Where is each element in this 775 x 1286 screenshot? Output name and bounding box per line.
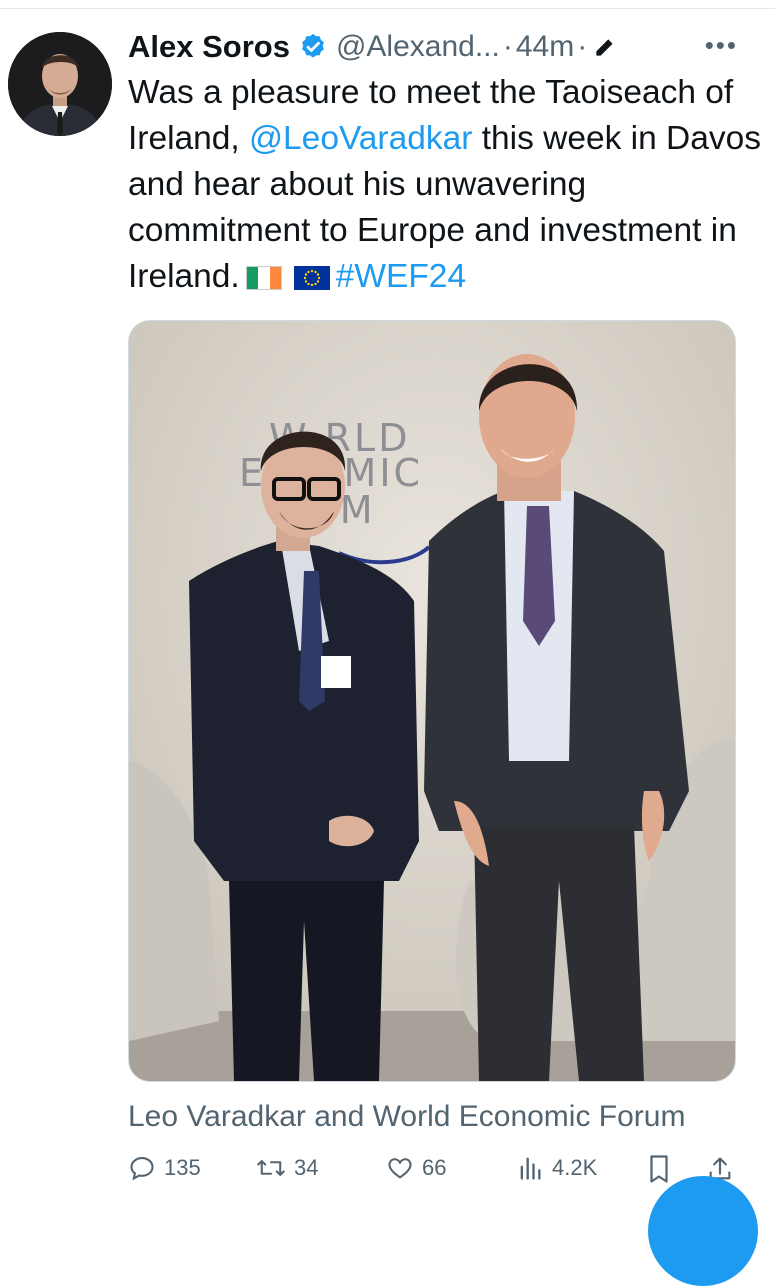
like-count: 66 (422, 1155, 447, 1180)
hashtag-link[interactable]: #WEF24 (336, 258, 466, 295)
author-name[interactable]: Alex Soros (128, 29, 290, 65)
photo-illustration: W RLD EC OMIC F UM (129, 321, 735, 1081)
views-count: 4.2K (552, 1155, 598, 1180)
reply-button[interactable]: 135 (128, 1154, 201, 1182)
views-chart-icon (520, 1157, 541, 1180)
verified-badge-icon (298, 32, 328, 62)
separator-dot: · (577, 30, 588, 63)
views-button[interactable]: 4.2K (516, 1154, 597, 1182)
separator-dot: · (502, 30, 513, 63)
edited-pencil-icon[interactable] (592, 34, 618, 60)
reply-count: 135 (164, 1155, 201, 1180)
avatar-image (8, 32, 112, 136)
tweet-photo[interactable]: W RLD EC OMIC F UM (128, 320, 736, 1082)
avatar[interactable] (8, 32, 112, 136)
timestamp[interactable]: 44m (516, 30, 574, 64)
media-caption[interactable]: Leo Varadkar and World Economic Forum (128, 1100, 768, 1134)
eu-flag-icon (293, 257, 330, 303)
heart-icon (388, 1158, 412, 1179)
like-button[interactable]: 66 (386, 1154, 446, 1182)
ireland-flag-icon (245, 257, 282, 303)
retweet-button[interactable]: 34 (256, 1154, 318, 1182)
bookmark-icon (650, 1155, 668, 1183)
compose-fab-button[interactable] (648, 1176, 758, 1286)
more-options-icon[interactable]: ••• (705, 30, 738, 61)
author-handle[interactable]: @Alexand... (336, 30, 500, 64)
retweet-count: 34 (294, 1155, 319, 1180)
retweet-icon (257, 1160, 285, 1176)
mention-link[interactable]: @LeoVaradkar (249, 120, 472, 157)
bookmark-button[interactable] (646, 1154, 672, 1184)
tweet-header: Alex Soros @Alexand... · 44m · ••• (128, 26, 768, 68)
top-divider (0, 8, 775, 9)
reply-icon (130, 1157, 154, 1181)
tweet-text: Was a pleasure to meet the Taoiseach of … (128, 70, 768, 303)
